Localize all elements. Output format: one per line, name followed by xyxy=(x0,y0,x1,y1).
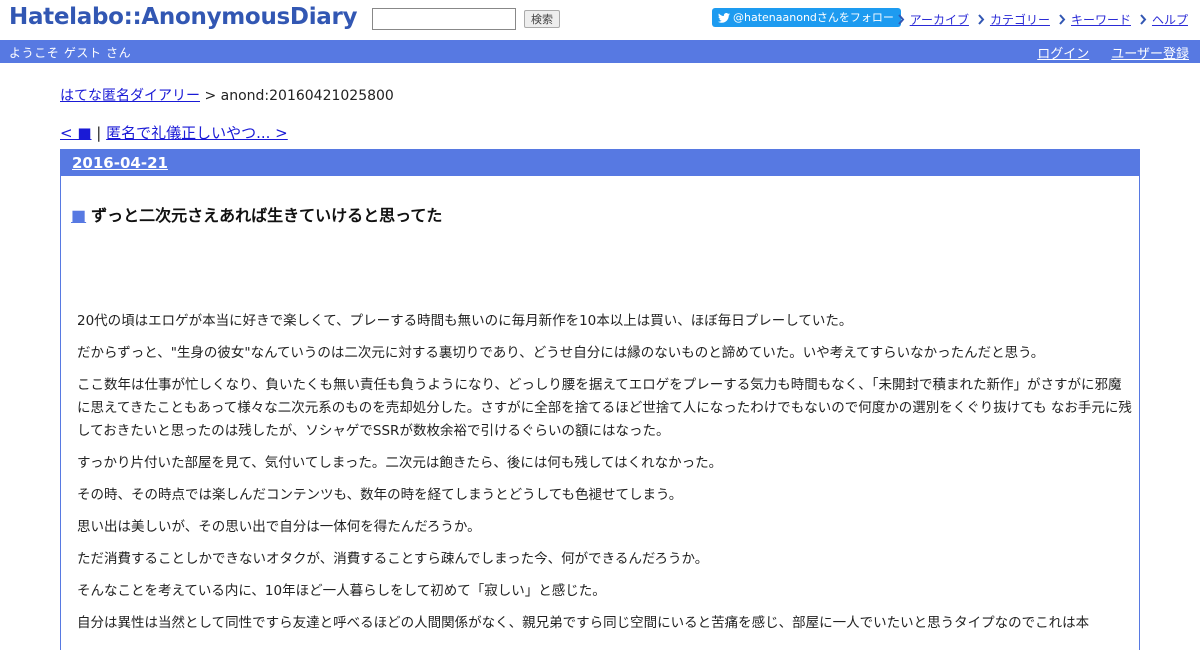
entry-paragraph: ここ数年は仕事が忙しくなり、負いたくも無い責任も負うようになり、どっしり腰を据え… xyxy=(77,377,1132,439)
next-entry-link[interactable]: 匿名で礼儀正しいやつ... > xyxy=(106,124,288,142)
entry-body: 20代の頃はエロゲが本当に好きで楽しくて、プレーする時間も無いのに毎月新作を10… xyxy=(77,310,1132,644)
nav-category-link[interactable]: カテゴリー xyxy=(978,11,1050,28)
breadcrumb-home-link[interactable]: はてな匿名ダイアリー xyxy=(60,88,200,104)
chevron-right-icon xyxy=(978,14,985,25)
site-header: Hatelabo::AnonymousDiary 検索 @hatenaanond… xyxy=(0,0,1200,40)
nav-keyword-label: キーワード xyxy=(1070,13,1131,27)
pager-separator: | xyxy=(91,124,107,142)
nav-archive-label: アーカイブ xyxy=(909,13,969,27)
chevron-right-icon xyxy=(1140,14,1147,25)
twitter-follow-button[interactable]: @hatenaanondさんをフォロー xyxy=(712,8,901,27)
entry-paragraph: 自分は異性は当然として同性ですら友達と呼べるほどの人間関係がなく、親兄弟ですら同… xyxy=(77,615,1090,631)
breadcrumb: はてな匿名ダイアリー > anond:20160421025800 xyxy=(60,85,394,105)
welcome-text: ようこそ ゲスト さん xyxy=(9,46,132,60)
chevron-right-icon xyxy=(897,14,905,25)
follow-button-label: @hatenaanondさんをフォロー xyxy=(733,11,894,24)
search-button[interactable]: 検索 xyxy=(524,10,560,28)
nav-help-label: ヘルプ xyxy=(1151,13,1188,27)
twitter-bird-icon xyxy=(718,12,730,23)
entry-paragraph: すっかり片付いた部屋を見て、気付いてしまった。二次元は飽きたら、後には何も残して… xyxy=(77,455,723,471)
account-links: ログイン ユーザー登録 xyxy=(1037,43,1189,62)
entry-paragraph: その時、その時点では楽しんだコンテンツも、数年の時を経てしまうとどうしても色褪せ… xyxy=(77,487,683,503)
nav-help-link[interactable]: ヘルプ xyxy=(1140,11,1188,28)
nav-keyword-link[interactable]: キーワード xyxy=(1059,11,1131,28)
day-date-link[interactable]: 2016-04-21 xyxy=(72,154,168,172)
entry-permalink[interactable]: ■ xyxy=(71,206,86,225)
login-link[interactable]: ログイン xyxy=(1037,43,1089,62)
nav-archive-link[interactable]: アーカイブ xyxy=(897,11,969,28)
entry-title-text: ずっと二次元さえあれば生きていけると思ってた xyxy=(91,206,443,225)
welcome-bar: ようこそ ゲスト さん ログイン ユーザー登録 xyxy=(0,40,1200,63)
breadcrumb-current: anond:20160421025800 xyxy=(220,88,394,104)
header-nav: アーカイブ カテゴリー キーワード ヘルプ xyxy=(897,11,1188,28)
search-input[interactable] xyxy=(372,8,516,30)
register-link[interactable]: ユーザー登録 xyxy=(1111,43,1189,62)
entry-paragraph: 20代の頃はエロゲが本当に好きで楽しくて、プレーする時間も無いのに毎月新作を10… xyxy=(77,313,853,329)
entry-paragraph: ただ消費することしかできないオタクが、消費することすら疎んでしまった今、何ができ… xyxy=(77,551,709,567)
entry-title: ■ ずっと二次元さえあれば生きていけると思ってた xyxy=(71,202,442,226)
entry-pager: < ■ | 匿名で礼儀正しいやつ... > xyxy=(60,122,288,143)
day-section: 2016-04-21 ■ ずっと二次元さえあれば生きていけると思ってた 20代の頃… xyxy=(60,149,1140,650)
chevron-right-icon xyxy=(1059,14,1066,25)
day-header: 2016-04-21 xyxy=(61,150,1139,176)
entry-paragraph: そんなことを考えている内に、10年ほど一人暮らしをして初めて「寂しい」と感じた。 xyxy=(77,583,606,599)
breadcrumb-separator: > xyxy=(200,88,221,104)
entry-paragraph: 思い出は美しいが、その思い出で自分は一体何を得たんだろうか。 xyxy=(77,519,481,535)
prev-entry-link[interactable]: < ■ xyxy=(60,124,92,142)
site-logo[interactable]: Hatelabo::AnonymousDiary xyxy=(9,4,358,30)
entry-paragraph: だからずっと、"生身の彼女"なんていうのは二次元に対する裏切りであり、どうせ自分… xyxy=(77,345,1045,361)
nav-category-label: カテゴリー xyxy=(989,13,1050,27)
